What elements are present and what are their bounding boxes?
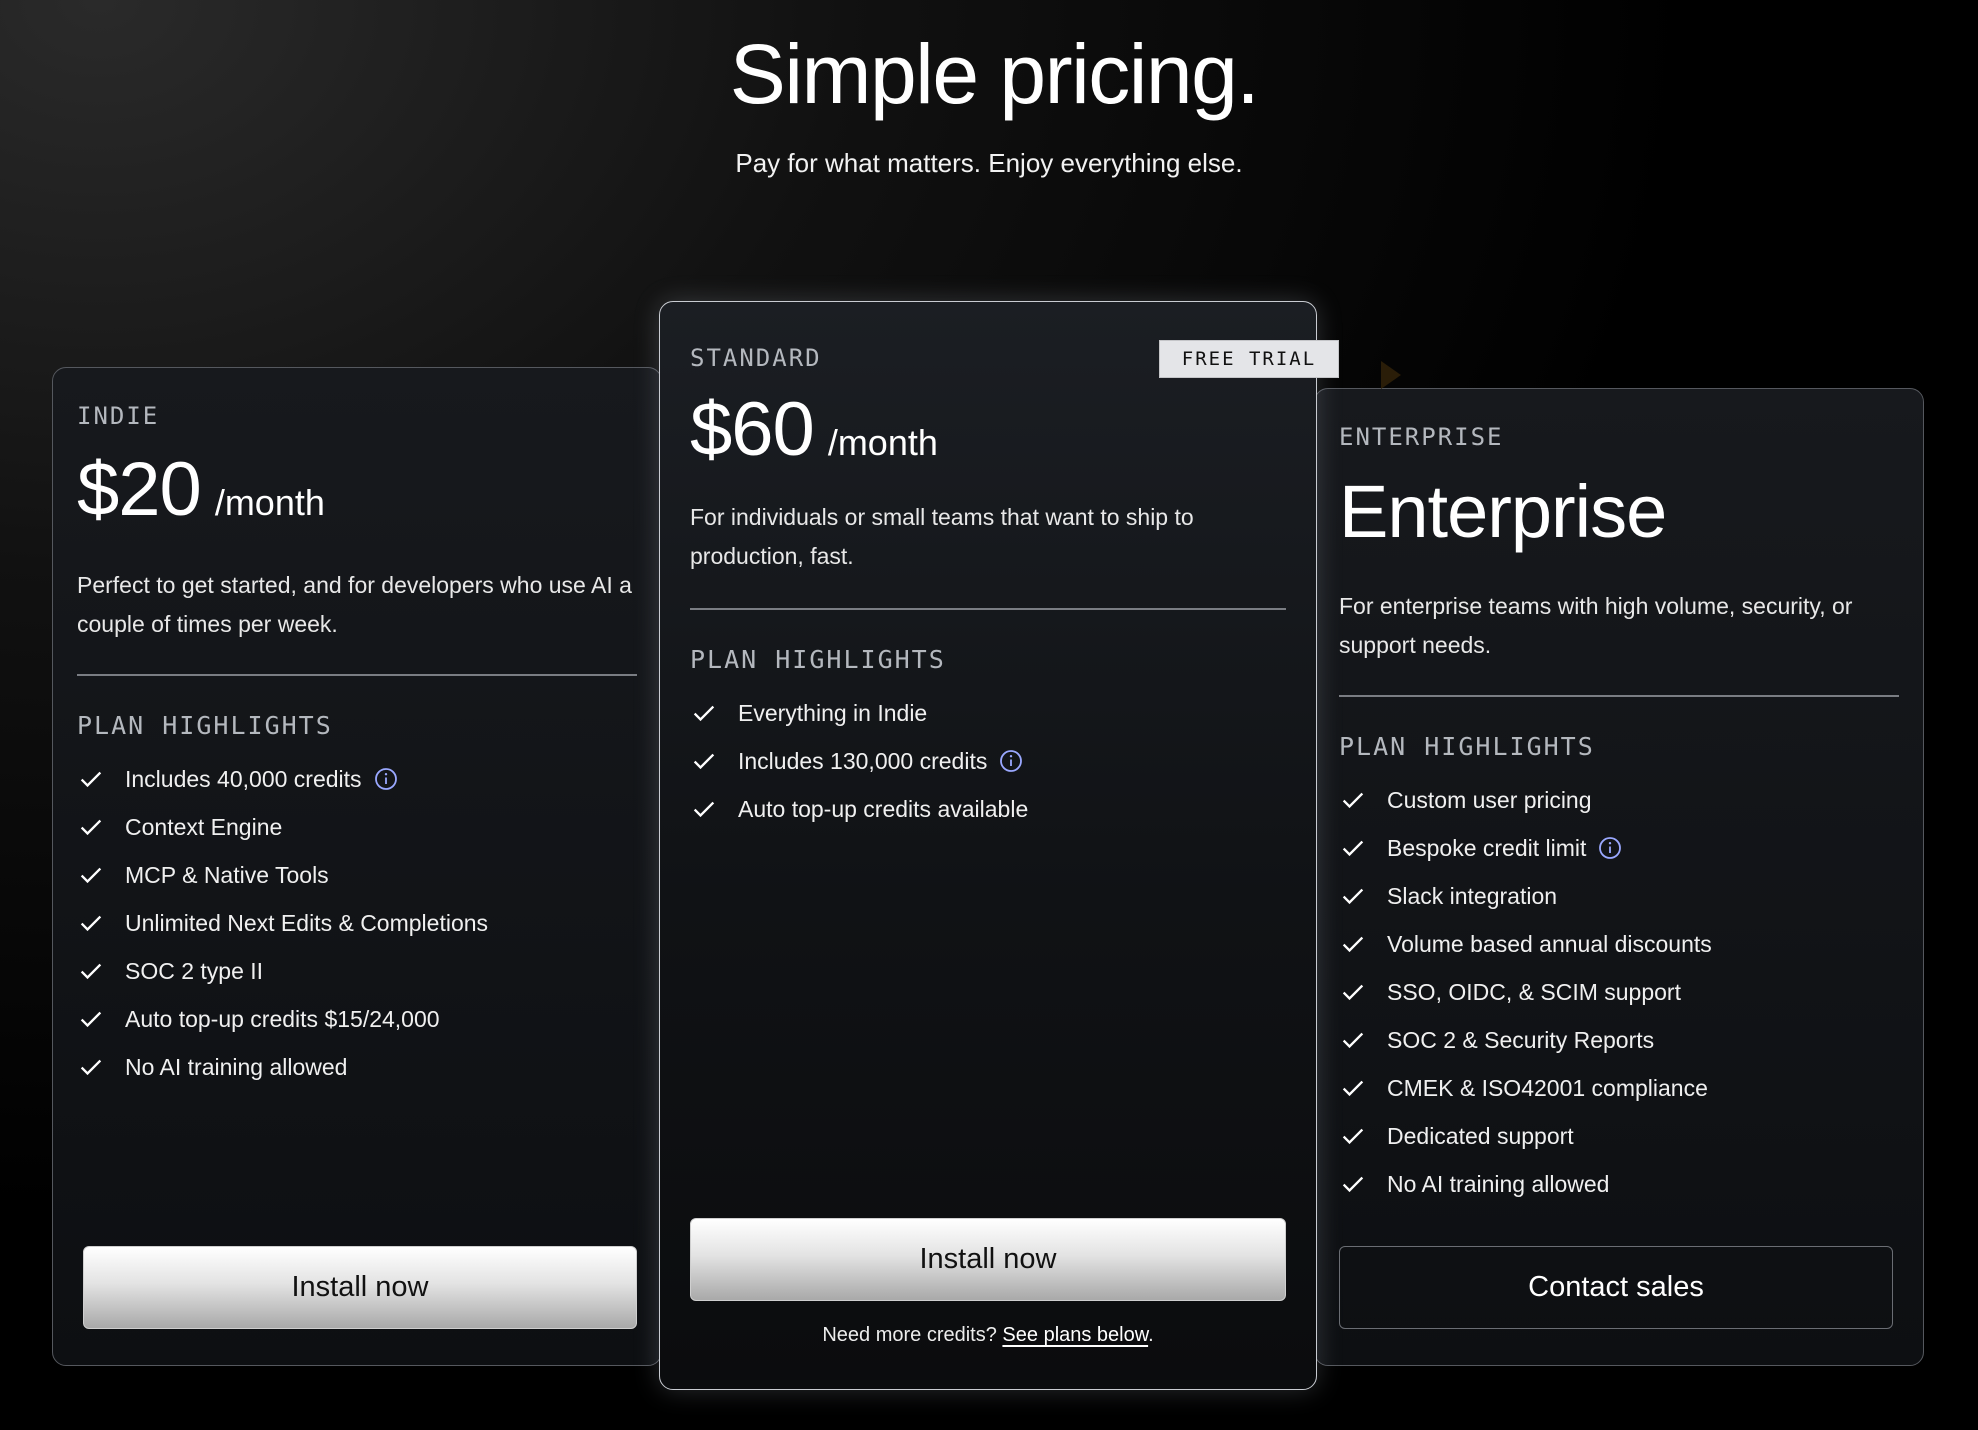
feature-list: Includes 40,000 credits Context Engine M…	[77, 755, 488, 1091]
check-icon	[1342, 984, 1364, 1001]
price: $20	[77, 447, 202, 532]
feature-text: SOC 2 & Security Reports	[1387, 1026, 1655, 1053]
feature-text: MCP & Native Tools	[125, 861, 329, 888]
feature-text: Includes 130,000 credits	[738, 747, 988, 774]
feature-item: Context Engine	[77, 803, 488, 851]
check-icon	[1342, 1080, 1364, 1097]
feature-text: SSO, OIDC, & SCIM support	[1387, 978, 1681, 1005]
check-icon	[693, 753, 715, 770]
pricing-card-standard: STANDARD $60 /month For individuals or s…	[659, 301, 1317, 1390]
page-title: Simple pricing.	[729, 27, 1260, 121]
divider	[77, 674, 637, 676]
info-icon[interactable]	[374, 767, 398, 791]
feature-text: Auto top-up credits available	[738, 795, 1029, 822]
install-now-button[interactable]: Install now	[690, 1218, 1286, 1301]
feature-text: CMEK & ISO42001 compliance	[1387, 1074, 1708, 1101]
info-icon[interactable]	[1598, 836, 1622, 860]
feature-item: Unlimited Next Edits & Completions	[77, 899, 488, 947]
info-icon[interactable]	[999, 749, 1023, 773]
more-credits-text: Need more credits?	[822, 1324, 997, 1346]
pricing-card-enterprise: ENTERPRISE Enterprise For enterprise tea…	[1314, 388, 1924, 1366]
feature-item: Includes 130,000 credits	[690, 737, 1028, 785]
feature-item: SSO, OIDC, & SCIM support	[1339, 968, 1712, 1016]
plan-description: For enterprise teams with high volume, s…	[1339, 593, 1853, 658]
feature-item: No AI training allowed	[1339, 1160, 1712, 1208]
feature-text: Includes 40,000 credits	[125, 765, 362, 792]
tier-label: INDIE	[77, 402, 160, 430]
check-icon	[693, 705, 715, 722]
arrow-icon	[1381, 361, 1401, 389]
check-icon	[1342, 888, 1364, 905]
feature-item: MCP & Native Tools	[77, 851, 488, 899]
plan-highlights-label: PLAN HIGHLIGHTS	[690, 645, 946, 674]
check-icon	[1342, 792, 1364, 809]
feature-item: Slack integration	[1339, 872, 1712, 920]
feature-text: Dedicated support	[1387, 1122, 1574, 1149]
price-row: $60 /month	[690, 386, 938, 473]
check-icon	[1342, 840, 1364, 857]
feature-item: Includes 40,000 credits	[77, 755, 488, 803]
page-subtitle: Pay for what matters. Enjoy everything e…	[735, 148, 1243, 178]
price-period: /month	[214, 482, 325, 523]
check-icon	[693, 801, 715, 818]
feature-item: Bespoke credit limit	[1339, 824, 1712, 872]
free-trial-badge: FREE TRIAL	[1159, 340, 1339, 378]
check-icon	[1342, 1032, 1364, 1049]
more-credits-note: Need more credits? See plans below.	[660, 1324, 1316, 1347]
feature-item: Everything in Indie	[690, 689, 1028, 737]
feature-text: Auto top-up credits $15/24,000	[125, 1005, 440, 1032]
feature-item: Dedicated support	[1339, 1112, 1712, 1160]
feature-item: Auto top-up credits $15/24,000	[77, 995, 488, 1043]
contact-sales-button[interactable]: Contact sales	[1339, 1246, 1893, 1329]
tier-label: ENTERPRISE	[1339, 423, 1504, 451]
check-icon	[1342, 1176, 1364, 1193]
check-icon	[80, 1059, 102, 1076]
feature-item: Volume based annual discounts	[1339, 920, 1712, 968]
plan-description: Perfect to get started, and for develope…	[77, 572, 632, 637]
feature-text: No AI training allowed	[1387, 1170, 1610, 1197]
feature-item: SOC 2 type II	[77, 947, 488, 995]
feature-text: Custom user pricing	[1387, 786, 1592, 813]
feature-text: Context Engine	[125, 813, 283, 840]
plan-description: For individuals or small teams that want…	[690, 504, 1194, 569]
feature-list: Custom user pricing Bespoke credit limit…	[1339, 776, 1712, 1208]
check-icon	[80, 771, 102, 788]
divider	[1339, 695, 1899, 697]
tier-label: STANDARD	[690, 344, 822, 372]
feature-text: SOC 2 type II	[125, 957, 264, 984]
feature-text: Everything in Indie	[738, 699, 928, 726]
check-icon	[1342, 1128, 1364, 1145]
feature-text: Unlimited Next Edits & Completions	[125, 909, 489, 936]
check-icon	[80, 819, 102, 836]
feature-item: Custom user pricing	[1339, 776, 1712, 824]
feature-text: Slack integration	[1387, 882, 1558, 909]
check-icon	[80, 963, 102, 980]
feature-list: Everything in Indie Includes 130,000 cre…	[690, 689, 1028, 833]
feature-text: Volume based annual discounts	[1387, 930, 1712, 957]
feature-item: CMEK & ISO42001 compliance	[1339, 1064, 1712, 1112]
divider	[690, 608, 1286, 610]
check-icon	[80, 915, 102, 932]
price: $60	[690, 387, 815, 472]
feature-item: Auto top-up credits available	[690, 785, 1028, 833]
pricing-card-indie: INDIE $20 /month Perfect to get started,…	[52, 367, 662, 1366]
install-now-button[interactable]: Install now	[83, 1246, 637, 1329]
plan-highlights-label: PLAN HIGHLIGHTS	[1339, 732, 1595, 761]
feature-item: No AI training allowed	[77, 1043, 488, 1091]
feature-text: No AI training allowed	[125, 1053, 348, 1080]
feature-text: Bespoke credit limit	[1387, 834, 1587, 861]
more-credits-end: .	[1148, 1324, 1154, 1346]
price-period: /month	[827, 422, 938, 463]
feature-item: SOC 2 & Security Reports	[1339, 1016, 1712, 1064]
check-icon	[80, 867, 102, 884]
price-row: $20 /month	[77, 446, 325, 533]
plan-highlights-label: PLAN HIGHLIGHTS	[77, 711, 333, 740]
check-icon	[1342, 936, 1364, 953]
enterprise-title: Enterprise	[1339, 470, 1667, 553]
check-icon	[80, 1011, 102, 1028]
see-plans-link[interactable]: See plans below	[1002, 1324, 1148, 1346]
